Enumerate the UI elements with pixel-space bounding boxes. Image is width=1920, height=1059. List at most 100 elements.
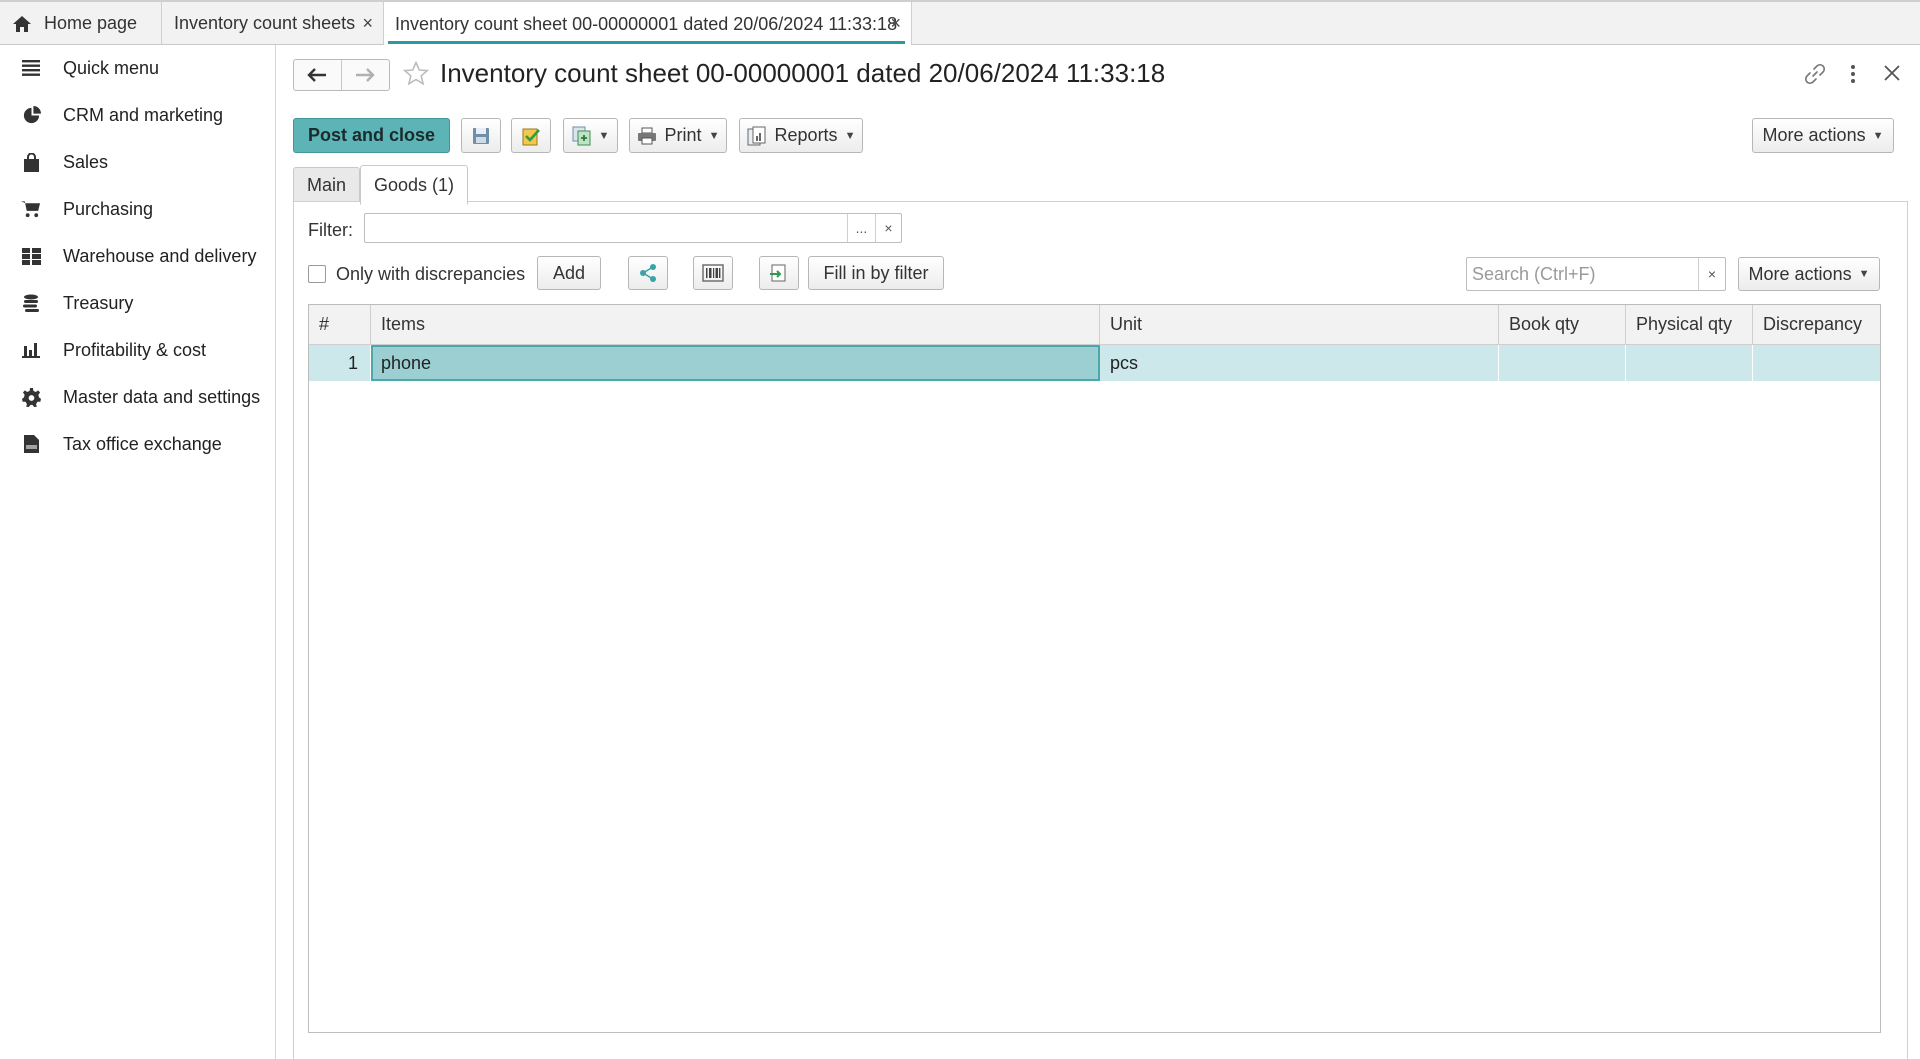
cart-icon bbox=[21, 199, 41, 219]
cell-discrepancy[interactable] bbox=[1753, 345, 1880, 381]
save-button[interactable] bbox=[461, 118, 501, 153]
cell-unit[interactable]: pcs bbox=[1100, 345, 1499, 381]
sidebar-item-label: Treasury bbox=[63, 292, 134, 313]
sidebar-item-tax-office-exchange[interactable]: Tax office exchange bbox=[0, 421, 275, 467]
sidebar-item-purchasing[interactable]: Purchasing bbox=[0, 186, 275, 232]
search-field[interactable]: × bbox=[1466, 257, 1726, 291]
more-actions-label: More actions bbox=[1762, 125, 1866, 145]
tab-inventory-count-sheets[interactable]: Inventory count sheets × bbox=[162, 2, 384, 45]
tab-inventory-count-sheet-active[interactable]: Inventory count sheet 00-00000001 dated … bbox=[384, 2, 912, 46]
more-actions-button[interactable]: More actions ▼ bbox=[1752, 118, 1894, 153]
post-document-icon bbox=[522, 128, 540, 145]
search-clear-icon[interactable]: × bbox=[1698, 258, 1725, 290]
tab-main[interactable]: Main bbox=[293, 167, 360, 203]
document-form: Inventory count sheet 00-00000001 dated … bbox=[277, 45, 1920, 1059]
table-row[interactable]: 1 phone pcs bbox=[309, 345, 1880, 381]
filter-select-button[interactable]: ... bbox=[847, 214, 875, 242]
post-and-close-button[interactable]: Post and close bbox=[293, 118, 450, 153]
column-header-book-qty[interactable]: Book qty bbox=[1499, 305, 1626, 345]
coins-icon bbox=[21, 293, 41, 313]
shopping-bag-icon bbox=[21, 152, 41, 172]
cell-item[interactable]: phone bbox=[371, 345, 1100, 381]
cell-number[interactable]: 1 bbox=[309, 345, 371, 381]
sidebar-item-crm-and-marketing[interactable]: CRM and marketing bbox=[0, 92, 275, 138]
arrow-right-icon bbox=[356, 68, 375, 82]
goods-more-actions-button[interactable]: More actions ▼ bbox=[1738, 257, 1880, 291]
favorite-star-icon[interactable] bbox=[403, 61, 429, 86]
chevron-down-icon: ▼ bbox=[1872, 129, 1884, 142]
tab-home-page[interactable]: Home page bbox=[0, 2, 162, 45]
sidebar-item-label: Purchasing bbox=[63, 198, 154, 219]
sidebar-item-quick-menu[interactable]: Quick menu bbox=[0, 45, 275, 91]
column-header-unit[interactable]: Unit bbox=[1100, 305, 1499, 345]
sidebar-item-warehouse-and-delivery[interactable]: Warehouse and delivery bbox=[0, 233, 275, 279]
page-title: Inventory count sheet 00-00000001 dated … bbox=[440, 58, 1166, 88]
import-button[interactable] bbox=[759, 256, 799, 290]
printer-icon bbox=[637, 127, 656, 144]
sidebar-item-sales[interactable]: Sales bbox=[0, 139, 275, 185]
chevron-down-icon: ▼ bbox=[598, 129, 610, 142]
cell-book-qty[interactable] bbox=[1499, 345, 1626, 381]
close-tab-icon[interactable]: × bbox=[362, 13, 373, 34]
distribute-button[interactable] bbox=[628, 256, 668, 290]
goods-table: # Items Unit Book qty Physical qty Discr… bbox=[308, 304, 1881, 1033]
arrow-left-icon bbox=[307, 68, 327, 82]
tab-active-label: Inventory count sheet 00-00000001 dated … bbox=[395, 13, 898, 34]
column-header-items[interactable]: Items bbox=[371, 305, 1100, 345]
tab-goods[interactable]: Goods (1) bbox=[360, 165, 468, 205]
create-based-on-button[interactable]: ▼ bbox=[563, 118, 618, 153]
fill-in-by-filter-button[interactable]: Fill in by filter bbox=[808, 256, 944, 290]
sidebar-item-label: Warehouse and delivery bbox=[63, 245, 257, 266]
more-actions-label: More actions bbox=[1748, 263, 1852, 284]
filter-label: Filter: bbox=[308, 220, 353, 240]
cell-physical-qty[interactable] bbox=[1626, 345, 1753, 381]
add-button[interactable]: Add bbox=[537, 256, 601, 290]
more-vertical-icon[interactable] bbox=[1850, 63, 1856, 85]
only-discrepancies-label[interactable]: Only with discrepancies bbox=[336, 264, 525, 285]
print-button[interactable]: Print ▼ bbox=[629, 118, 727, 153]
sidebar-item-master-data-and-settings[interactable]: Master data and settings bbox=[0, 374, 275, 420]
sidebar-item-label: CRM and marketing bbox=[63, 104, 224, 125]
sidebar-item-label: Profitability & cost bbox=[63, 339, 207, 360]
column-header-physical-qty[interactable]: Physical qty bbox=[1626, 305, 1753, 345]
import-document-icon bbox=[770, 264, 786, 282]
filter-field[interactable]: ... × bbox=[364, 213, 902, 243]
close-tab-icon[interactable]: × bbox=[890, 13, 901, 34]
goods-panel: Filter: ... × Only with discrepancies Ad… bbox=[293, 201, 1908, 1059]
share-nodes-icon bbox=[640, 264, 656, 282]
close-icon[interactable] bbox=[1884, 65, 1900, 81]
warehouse-icon bbox=[21, 246, 41, 266]
gear-icon bbox=[21, 387, 41, 407]
sidebar-item-profitability-and-cost[interactable]: Profitability & cost bbox=[0, 327, 275, 373]
only-discrepancies-checkbox[interactable] bbox=[308, 265, 326, 283]
chevron-down-icon: ▼ bbox=[844, 129, 856, 142]
search-input[interactable] bbox=[1467, 258, 1699, 290]
sidebar-item-treasury[interactable]: Treasury bbox=[0, 280, 275, 326]
save-icon bbox=[473, 127, 489, 144]
forward-button[interactable] bbox=[342, 60, 390, 90]
post-button[interactable] bbox=[511, 118, 551, 153]
sidebar-item-label: Master data and settings bbox=[63, 386, 261, 407]
chevron-down-icon: ▼ bbox=[1858, 268, 1870, 280]
menu-icon bbox=[21, 58, 41, 78]
history-navigation bbox=[293, 59, 390, 91]
pie-chart-icon bbox=[21, 105, 41, 125]
reports-icon bbox=[747, 126, 766, 145]
back-button[interactable] bbox=[294, 60, 342, 90]
link-icon[interactable] bbox=[1804, 63, 1826, 85]
barcode-scan-button[interactable] bbox=[693, 256, 733, 290]
column-header-discrepancy[interactable]: Discrepancy bbox=[1753, 305, 1880, 345]
filter-clear-icon[interactable]: × bbox=[875, 214, 901, 242]
column-header-number[interactable]: # bbox=[309, 305, 371, 345]
tab-home-label: Home page bbox=[44, 13, 138, 33]
sidebar-item-label: Sales bbox=[63, 151, 109, 172]
chevron-down-icon: ▼ bbox=[708, 129, 720, 142]
window-tab-bar: Home page Inventory count sheets × Inven… bbox=[0, 0, 1920, 46]
sidebar: Quick menu CRM and marketing Sales Purch… bbox=[0, 45, 276, 1059]
reports-label: Reports bbox=[774, 125, 838, 145]
bar-chart-icon bbox=[21, 340, 41, 360]
create-based-on-icon bbox=[572, 126, 591, 145]
barcode-icon bbox=[702, 264, 724, 282]
sidebar-item-label: Quick menu bbox=[63, 57, 160, 78]
reports-button[interactable]: Reports ▼ bbox=[739, 118, 863, 153]
